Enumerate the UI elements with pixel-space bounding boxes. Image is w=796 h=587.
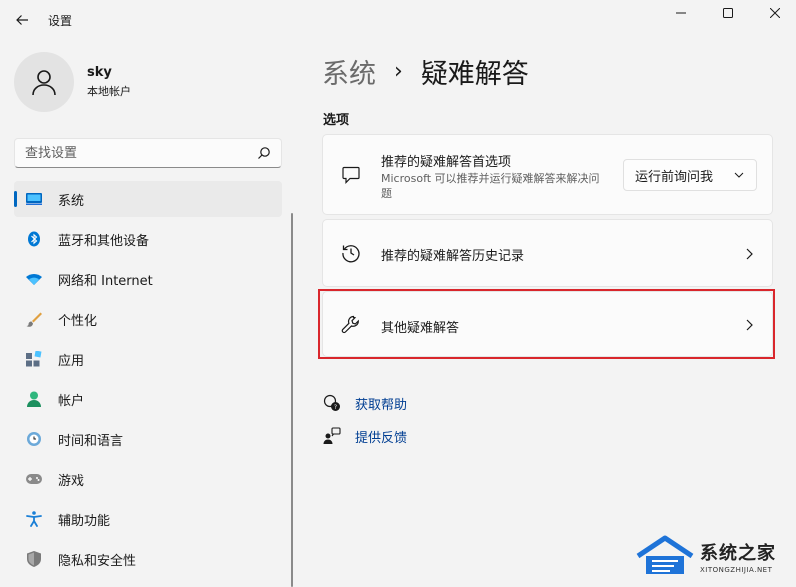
maximize-icon [723, 8, 733, 18]
clock-globe-icon [26, 431, 42, 447]
breadcrumb-parent[interactable]: 系统 [322, 52, 376, 91]
app-title: 设置 [48, 14, 73, 28]
bluetooth-icon [26, 231, 42, 247]
troubleshooter-preference-dropdown[interactable]: 运行前询问我 [623, 159, 757, 191]
watermark-title: 系统之家 [700, 542, 776, 564]
minimize-button[interactable] [658, 0, 704, 26]
minimize-icon [676, 12, 686, 14]
back-arrow-icon [16, 15, 28, 25]
recommended-troubleshooter-preferences-card: 推荐的疑难解答首选项 Microsoft 可以推荐并运行疑难解答来解决问题 运行… [322, 134, 773, 215]
watermark-url: XITONGZHIJIA.NET [700, 565, 773, 574]
sidebar-item-apps[interactable]: 应用 [14, 341, 282, 377]
sidebar-nav: 系统 蓝牙和其他设备 网络和 Internet 个性化 应用 帐户 时间和语言 … [14, 181, 282, 581]
sidebar-item-label: 辅助功能 [58, 513, 111, 529]
sidebar-item-label: 蓝牙和其他设备 [58, 233, 150, 249]
sidebar-item-accessibility[interactable]: 辅助功能 [14, 501, 282, 537]
sidebar-item-label: 帐户 [58, 393, 85, 409]
close-button[interactable] [752, 0, 796, 26]
sidebar-item-label: 时间和语言 [58, 433, 124, 449]
chevron-down-icon [734, 172, 744, 178]
card-title: 推荐的疑难解答历史记录 [381, 249, 525, 264]
give-feedback-link[interactable]: 提供反馈 [322, 426, 407, 446]
get-help-link[interactable]: ? 获取帮助 [322, 393, 407, 413]
wifi-icon [26, 271, 42, 287]
breadcrumb-separator: › [394, 59, 403, 84]
sidebar-item-bluetooth[interactable]: 蓝牙和其他设备 [14, 221, 282, 257]
house-logo-icon [636, 535, 694, 574]
sidebar-item-label: 网络和 Internet [58, 273, 153, 289]
sidebar-item-privacy-security[interactable]: 隐私和安全性 [14, 541, 282, 577]
title-bar: 设置 [0, 0, 796, 40]
sidebar-item-label: 应用 [58, 353, 85, 369]
other-troubleshooters-card[interactable]: 其他疑难解答 [322, 291, 773, 357]
person-icon [26, 391, 42, 407]
help-chat-icon: ? [322, 393, 342, 413]
avatar [14, 52, 74, 112]
sidebar-item-personalization[interactable]: 个性化 [14, 301, 282, 337]
search-icon[interactable] [257, 146, 271, 160]
wrench-icon [341, 315, 361, 335]
sidebar-item-label: 游戏 [58, 473, 85, 489]
chat-bubble-icon [341, 165, 361, 185]
get-help-label: 获取帮助 [355, 397, 408, 413]
chevron-right-icon [746, 319, 753, 331]
sidebar-scrollbar[interactable] [291, 213, 293, 587]
card-title: 推荐的疑难解答首选项 [381, 155, 512, 170]
sidebar-item-label: 系统 [58, 193, 85, 209]
search-box[interactable] [14, 138, 282, 168]
shield-icon [26, 551, 42, 567]
page-title: 疑难解答 [420, 59, 529, 90]
close-icon [770, 8, 780, 18]
search-input[interactable] [25, 143, 245, 163]
sidebar-item-accounts[interactable]: 帐户 [14, 381, 282, 417]
dropdown-selected-value: 运行前询问我 [635, 169, 714, 185]
card-title: 其他疑难解答 [381, 321, 460, 336]
sidebar-item-network[interactable]: 网络和 Internet [14, 261, 282, 297]
breadcrumb: 系统 › 疑难解答 [322, 52, 529, 91]
card-description: Microsoft 可以推荐并运行疑难解答来解决问题 [381, 172, 600, 200]
feedback-icon [322, 426, 342, 446]
brush-icon [26, 311, 42, 327]
user-profile[interactable]: sky 本地帐户 [14, 52, 131, 112]
sidebar-item-system[interactable]: 系统 [14, 181, 282, 217]
profile-name: sky [87, 65, 112, 80]
maximize-button[interactable] [705, 0, 751, 26]
gamepad-icon [26, 471, 42, 487]
sidebar-item-label: 个性化 [58, 313, 98, 329]
sidebar-item-gaming[interactable]: 游戏 [14, 461, 282, 497]
person-outline-icon [32, 70, 56, 96]
troubleshooter-history-card[interactable]: 推荐的疑难解答历史记录 [322, 219, 773, 287]
give-feedback-label: 提供反馈 [355, 430, 408, 446]
apps-icon [26, 351, 42, 367]
history-icon [341, 243, 361, 263]
chevron-right-icon [746, 248, 753, 260]
svg-text:?: ? [334, 404, 337, 411]
accessibility-icon [26, 511, 42, 527]
profile-account-type: 本地帐户 [87, 85, 131, 98]
back-button[interactable] [10, 8, 34, 32]
section-title-options: 选项 [323, 113, 350, 128]
sidebar-item-label: 隐私和安全性 [58, 553, 137, 569]
sidebar-item-time-language[interactable]: 时间和语言 [14, 421, 282, 457]
site-watermark: 系统之家 XITONGZHIJIA.NET [634, 534, 776, 578]
system-icon [26, 191, 42, 207]
